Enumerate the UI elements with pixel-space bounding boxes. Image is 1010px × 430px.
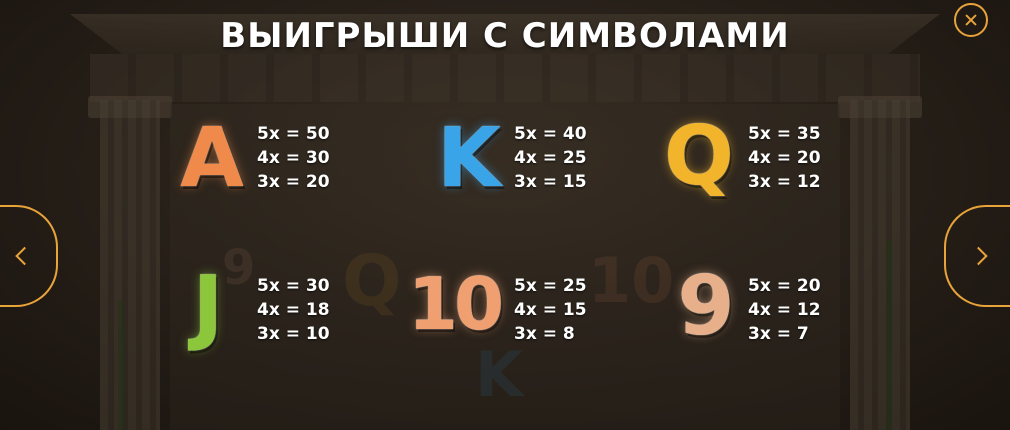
payout-5x: 5x = 50 bbox=[257, 124, 330, 144]
background-dim-overlay bbox=[0, 0, 1010, 430]
symbol-glyph: K bbox=[437, 111, 501, 206]
temple-background: Q 10 K 9 bbox=[0, 0, 1010, 430]
payout-5x: 5x = 20 bbox=[748, 276, 821, 296]
payout-5x: 5x = 30 bbox=[257, 276, 330, 296]
payout-4x: 4x = 15 bbox=[514, 300, 587, 320]
payout-3x: 3x = 8 bbox=[514, 324, 575, 344]
payout-list: 5x = 25 4x = 15 3x = 8 bbox=[514, 274, 587, 346]
payout-3x: 3x = 10 bbox=[257, 324, 330, 344]
close-button[interactable] bbox=[954, 3, 988, 37]
symbol-glyph: 9 bbox=[677, 259, 735, 354]
symbol-glyph: J bbox=[192, 259, 224, 354]
payout-list: 5x = 30 4x = 18 3x = 10 bbox=[257, 274, 330, 346]
chevron-right-icon bbox=[969, 246, 988, 266]
chevron-left-icon bbox=[15, 246, 34, 266]
payout-5x: 5x = 35 bbox=[748, 124, 821, 144]
payout-list: 5x = 20 4x = 12 3x = 7 bbox=[748, 274, 821, 346]
payout-list: 5x = 35 4x = 20 3x = 12 bbox=[748, 122, 821, 194]
symbol-glyph: A bbox=[180, 111, 244, 206]
payout-4x: 4x = 30 bbox=[257, 148, 330, 168]
payout-4x: 4x = 20 bbox=[748, 148, 821, 168]
symbol-glyph: Q bbox=[664, 109, 734, 204]
payout-list: 5x = 50 4x = 30 3x = 20 bbox=[257, 122, 330, 194]
payout-4x: 4x = 25 bbox=[514, 148, 587, 168]
payout-list: 5x = 40 4x = 25 3x = 15 bbox=[514, 122, 587, 194]
payout-3x: 3x = 12 bbox=[748, 172, 821, 192]
next-page-button[interactable] bbox=[944, 205, 1010, 307]
page-title: ВЫИГРЫШИ С СИМВОЛАМИ bbox=[220, 16, 790, 56]
symbol-glyph: 10 bbox=[407, 262, 504, 346]
payout-3x: 3x = 20 bbox=[257, 172, 330, 192]
payout-3x: 3x = 7 bbox=[748, 324, 809, 344]
payout-4x: 4x = 18 bbox=[257, 300, 330, 320]
payout-3x: 3x = 15 bbox=[514, 172, 587, 192]
payout-5x: 5x = 25 bbox=[514, 276, 587, 296]
payout-5x: 5x = 40 bbox=[514, 124, 587, 144]
payout-4x: 4x = 12 bbox=[748, 300, 821, 320]
